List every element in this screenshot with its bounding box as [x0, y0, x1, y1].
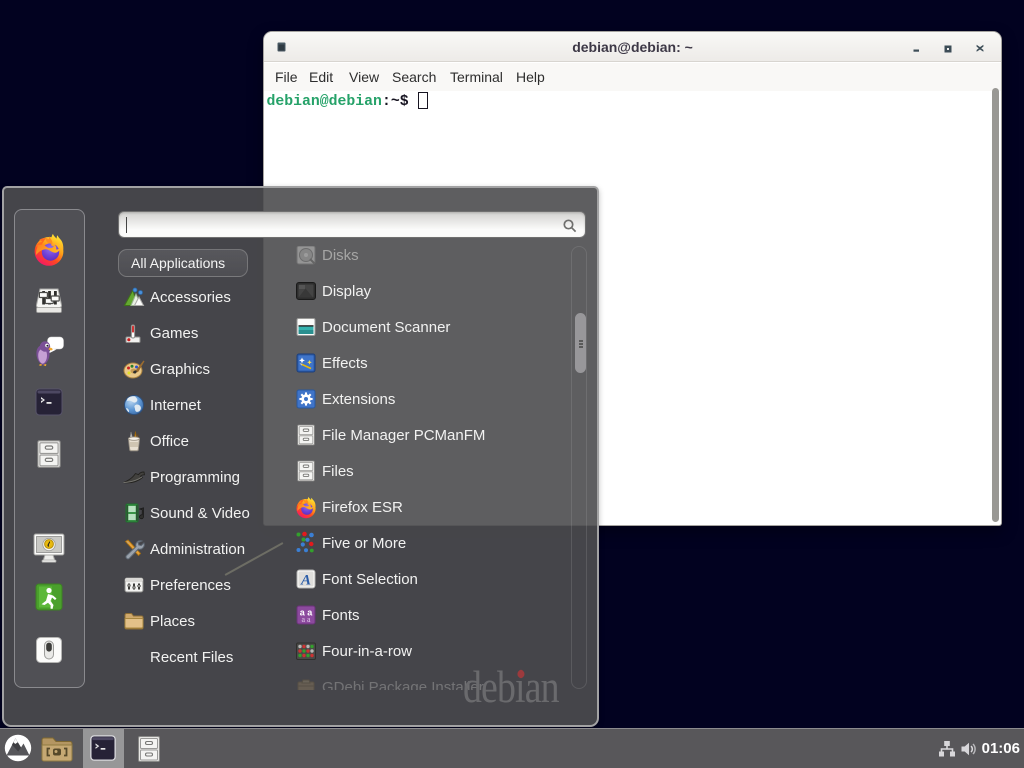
svg-text:A: A: [300, 573, 311, 589]
svg-text:a a: a a: [301, 615, 311, 624]
